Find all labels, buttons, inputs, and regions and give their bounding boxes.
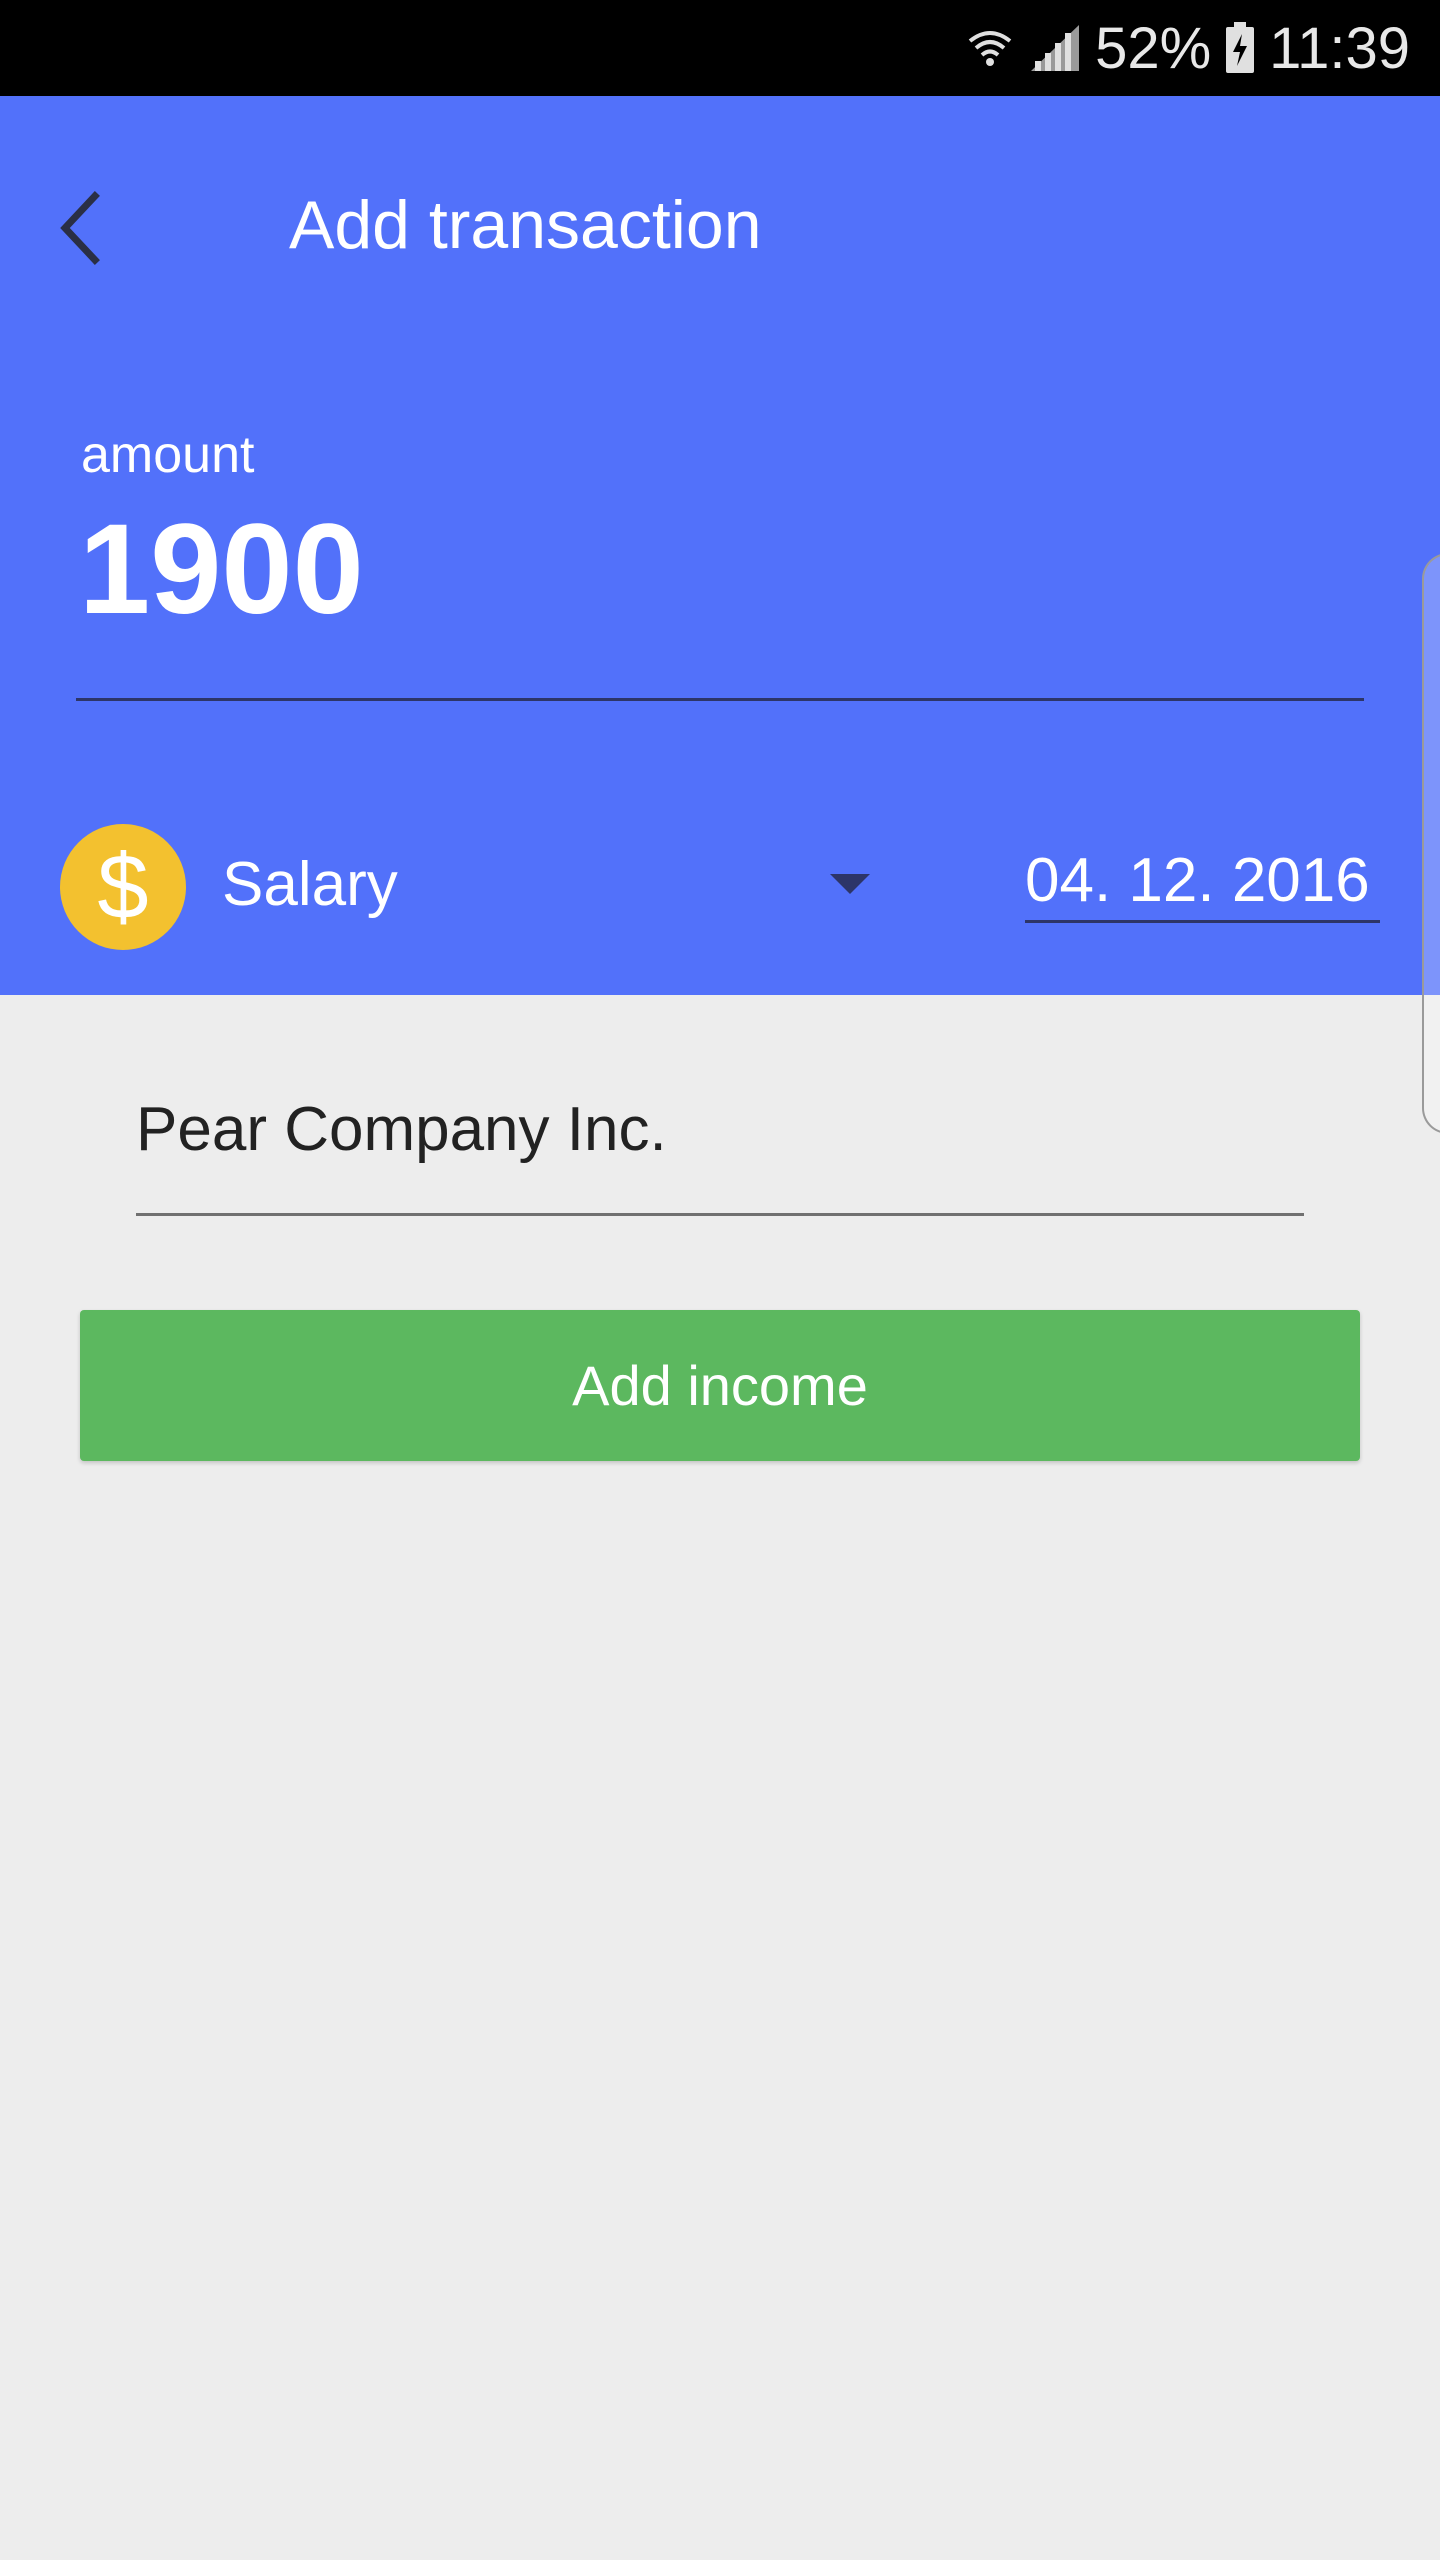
date-underline — [1025, 920, 1380, 923]
edge-panel-handle[interactable] — [1422, 553, 1440, 1134]
page-title: Add transaction — [289, 187, 762, 263]
add-income-button[interactable]: Add income — [80, 1310, 1360, 1461]
dollar-coin-icon[interactable]: $ — [60, 824, 186, 950]
status-icons: 52% 11:39 — [965, 0, 1410, 96]
amount-input[interactable]: 1900 — [79, 500, 364, 640]
amount-label: amount — [81, 426, 255, 484]
status-bar: 52% 11:39 — [0, 0, 1440, 96]
battery-charging-icon — [1225, 22, 1255, 74]
chevron-left-icon — [55, 188, 105, 273]
description-input[interactable]: Pear Company Inc. — [136, 1080, 1304, 1180]
wifi-icon — [965, 23, 1015, 73]
add-income-label: Add income — [572, 1354, 868, 1417]
clock: 11:39 — [1269, 15, 1410, 81]
description-underline — [136, 1213, 1304, 1216]
battery-percent: 52% — [1095, 15, 1212, 81]
date-field[interactable]: 04. 12. 2016 — [1025, 836, 1380, 926]
back-button[interactable] — [40, 170, 120, 290]
amount-underline — [76, 698, 1364, 701]
category-label: Salary — [222, 850, 398, 919]
signal-icon — [1029, 23, 1081, 73]
category-dropdown[interactable]: Salary — [222, 840, 882, 930]
dropdown-arrow-icon — [830, 874, 870, 894]
